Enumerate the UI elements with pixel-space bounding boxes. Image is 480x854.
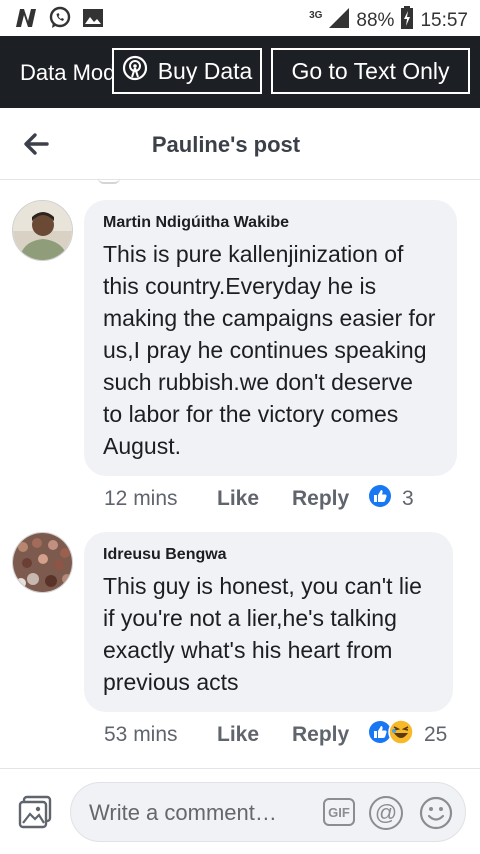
reply-button[interactable]: Reply xyxy=(292,487,368,511)
comment-bubble[interactable]: Idreusu Bengwa This guy is honest, you c… xyxy=(84,532,453,712)
avatar[interactable] xyxy=(12,200,73,261)
data-mode-bar: Data Mode Buy Data Go to Text Only xyxy=(0,36,480,108)
gif-button[interactable]: GIF xyxy=(323,798,355,826)
gallery-icon xyxy=(82,8,104,33)
page-title: Pauline's post xyxy=(151,132,301,157)
post-header: Pauline's post xyxy=(0,108,480,180)
reply-button[interactable]: Reply xyxy=(292,723,368,747)
previous-comment-peek xyxy=(98,178,120,184)
battery-percent: 88% xyxy=(356,10,395,31)
reaction-count: 25 xyxy=(424,723,448,746)
comment-actions: 53 mins Like Reply 25 xyxy=(104,719,447,751)
photo-icon[interactable] xyxy=(17,794,53,830)
network-type: 3G xyxy=(309,9,323,21)
comment-composer: GIF @ xyxy=(70,782,466,842)
comment-author[interactable]: Idreusu Bengwa xyxy=(103,546,433,564)
comment-time: 12 mins xyxy=(104,487,178,510)
whatsapp-icon xyxy=(48,6,72,35)
mention-button[interactable]: @ xyxy=(369,796,403,830)
comment-text: This guy is honest, you can't lie if you… xyxy=(103,573,422,695)
comment-text: This is pure kallenjinization of this co… xyxy=(103,241,436,459)
reaction-count: 3 xyxy=(402,487,414,510)
signal-icon xyxy=(328,7,350,35)
buy-data-button[interactable]: Buy Data xyxy=(112,48,262,94)
emoji-icon[interactable] xyxy=(419,796,453,830)
buy-data-label: Buy Data xyxy=(157,57,253,84)
status-bar: 3G 88% 15:57 xyxy=(0,0,480,36)
comment-time: 53 mins xyxy=(104,723,178,746)
n-app-icon xyxy=(14,7,38,34)
broadcast-icon xyxy=(122,55,148,87)
reaction-summary[interactable]: 25 xyxy=(368,719,447,751)
comment-author[interactable]: Martin Ndigúitha Wakibe xyxy=(103,214,437,232)
avatar[interactable] xyxy=(12,532,73,593)
status-time: 15:57 xyxy=(420,10,468,31)
composer-divider xyxy=(0,768,480,769)
like-button[interactable]: Like xyxy=(217,487,292,511)
comment-actions: 12 mins Like Reply 3 xyxy=(104,484,414,514)
go-to-text-only-button[interactable]: Go to Text Only xyxy=(271,48,470,94)
reaction-summary[interactable]: 3 xyxy=(368,484,414,514)
like-reaction-icon xyxy=(368,484,392,514)
comment-input[interactable] xyxy=(89,800,309,826)
like-button[interactable]: Like xyxy=(217,723,292,747)
haha-reaction-icon xyxy=(388,719,414,751)
comment-bubble[interactable]: Martin Ndigúitha Wakibe This is pure kal… xyxy=(84,200,457,476)
battery-icon xyxy=(400,6,414,36)
